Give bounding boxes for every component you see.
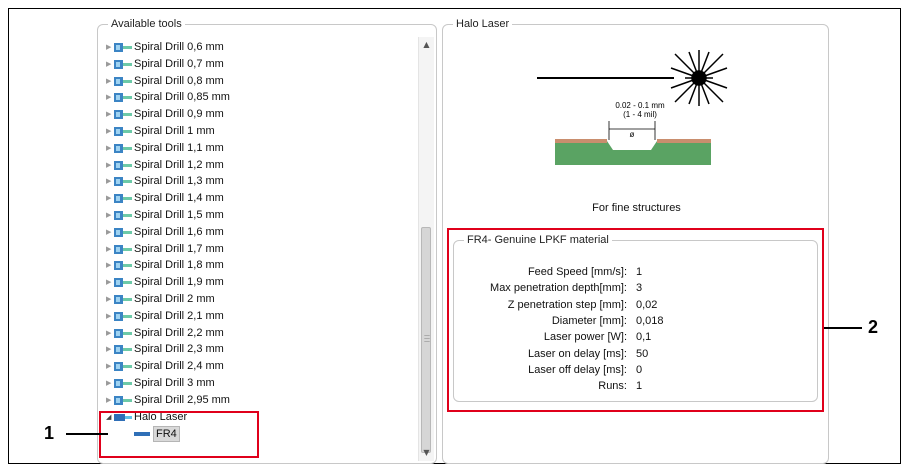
drill-tool-icon	[114, 379, 132, 388]
tree-item-label: Spiral Drill 3 mm	[134, 377, 215, 389]
drill-tool-icon	[114, 362, 132, 372]
tree-item-label: Spiral Drill 2,2 mm	[134, 326, 224, 339]
tree-expand-arrow-icon[interactable]: ▶	[106, 173, 113, 190]
tree-expand-arrow-icon[interactable]: ▶	[106, 157, 113, 174]
tree-item-label: Spiral Drill 0,6 mm	[134, 41, 224, 53]
tree-item-label: Spiral Drill 1,6 mm	[134, 225, 224, 238]
drill-tool-icon	[114, 76, 132, 86]
scroll-grip-icon: — — —	[424, 332, 430, 345]
tree-expand-arrow-icon[interactable]: ▶	[106, 341, 113, 358]
drill-tool-icon	[114, 194, 132, 204]
drill-tool-icon	[114, 278, 132, 288]
pcb-substrate	[555, 141, 711, 165]
drill-tool-icon	[114, 143, 132, 153]
tree-item-label: Spiral Drill 1,3 mm	[134, 175, 224, 188]
drill-tool-icon	[114, 211, 132, 220]
drill-tool-icon	[114, 227, 132, 237]
drill-tool-icon	[114, 177, 132, 187]
tree-item-label: Spiral Drill 1,9 mm	[134, 276, 224, 289]
scroll-thumb[interactable]: — — —	[421, 227, 431, 453]
tree-scrollbar[interactable]: ▲ — — — ▼	[418, 37, 434, 461]
diameter-symbol: ø	[630, 130, 635, 139]
width-label: 0.02 - 0.1 mm	[615, 101, 665, 110]
tool-tree[interactable]: ▶ Spiral Drill 0,6 mm ▶ Spiral Drill 0,7 mm…	[104, 39, 416, 461]
pcb-copper-left	[555, 139, 607, 143]
tree-expand-arrow-icon[interactable]: ▶	[106, 106, 113, 123]
callout-box-1	[99, 411, 259, 458]
tree-expand-arrow-icon[interactable]: ▶	[106, 325, 113, 342]
drill-tool-icon	[114, 93, 132, 103]
drill-tool-icon	[114, 110, 132, 120]
tree-expand-arrow-icon[interactable]: ▶	[106, 224, 113, 241]
drill-tool-icon	[114, 244, 132, 254]
drill-tool-icon	[114, 160, 132, 170]
scroll-up-button[interactable]: ▲	[419, 37, 434, 53]
tree-item-label: Spiral Drill 2,3 mm	[134, 343, 224, 356]
drill-tool-icon	[114, 59, 132, 69]
tree-expand-arrow-icon[interactable]: ▶	[106, 89, 113, 106]
drill-tool-icon	[114, 127, 132, 136]
drill-tool-icon	[114, 345, 132, 355]
tree-expand-arrow-icon[interactable]: ▶	[106, 241, 113, 258]
tree-expand-arrow-icon[interactable]: ▶	[106, 73, 113, 90]
drill-tool-icon	[114, 311, 132, 321]
tree-item-label: Spiral Drill 1 mm	[134, 125, 215, 137]
tree-expand-arrow-icon[interactable]: ▶	[106, 375, 113, 392]
tree-item-label: Spiral Drill 1,1 mm	[134, 141, 224, 154]
callout-line-2	[824, 327, 862, 329]
tree-item-label: Spiral Drill 0,8 mm	[134, 74, 224, 87]
laser-caption: For fine structures	[592, 202, 681, 214]
tree-expand-arrow-icon[interactable]: ▶	[106, 274, 113, 291]
tree-expand-arrow-icon[interactable]: ▶	[106, 392, 113, 409]
laser-burst-icon	[670, 50, 728, 106]
tree-item-label: Spiral Drill 1,7 mm	[134, 242, 224, 255]
callout-box-2	[447, 228, 824, 412]
tree-item-label: Spiral Drill 0,9 mm	[134, 108, 224, 121]
drill-tool-icon	[114, 295, 132, 304]
tree-expand-arrow-icon[interactable]: ▶	[106, 257, 113, 274]
tree-expand-arrow-icon[interactable]: ▶	[106, 140, 113, 157]
callout-number-2: 2	[868, 317, 879, 337]
tree-item-label: Spiral Drill 2 mm	[134, 293, 215, 305]
callout-number-1: 1	[44, 423, 55, 443]
tree-expand-arrow-icon[interactable]: ▶	[106, 358, 113, 375]
tree-expand-arrow-icon[interactable]: ▶	[106, 39, 113, 56]
available-tools-title: Available tools	[108, 17, 185, 31]
tree-item-label: Spiral Drill 1,5 mm	[134, 209, 224, 221]
tree-item-label: Spiral Drill 1,2 mm	[134, 158, 224, 171]
tree-expand-arrow-icon[interactable]: ▶	[106, 123, 113, 140]
tree-expand-arrow-icon[interactable]: ▶	[106, 291, 113, 308]
tree-item-label: Spiral Drill 2,4 mm	[134, 360, 224, 373]
drill-tool-icon	[114, 261, 132, 271]
tree-item-label: Spiral Drill 0,7 mm	[134, 57, 224, 70]
tree-item-label: Spiral Drill 1,8 mm	[134, 259, 224, 272]
tree-item-label: Spiral Drill 0,85 mm	[134, 91, 230, 104]
drill-tool-icon	[114, 328, 132, 338]
drill-tool-icon	[114, 43, 132, 52]
tree-item-label: Spiral Drill 1,4 mm	[134, 192, 224, 205]
scroll-down-button[interactable]: ▼	[419, 445, 434, 461]
tree-expand-arrow-icon[interactable]: ▶	[106, 56, 113, 73]
tree-expand-arrow-icon[interactable]: ▶	[106, 190, 113, 207]
tree-expand-arrow-icon[interactable]: ▶	[106, 308, 113, 325]
laser-diagram: 0.02 - 0.1 mm (1 - 4 mil) ø	[537, 50, 728, 165]
pcb-copper-right	[657, 139, 711, 143]
tree-item-label: Spiral Drill 2,1 mm	[134, 309, 224, 322]
width-label-mil: (1 - 4 mil)	[623, 110, 657, 119]
tree-expand-arrow-icon[interactable]: ▶	[106, 207, 113, 224]
tree-item-label: Spiral Drill 2,95 mm	[134, 393, 230, 406]
callout-line-1	[66, 433, 108, 435]
available-tools-group: Available tools ▶ Spiral Drill 0,6 mm ▶ Spi…	[97, 17, 437, 464]
drill-tool-icon	[114, 395, 132, 405]
